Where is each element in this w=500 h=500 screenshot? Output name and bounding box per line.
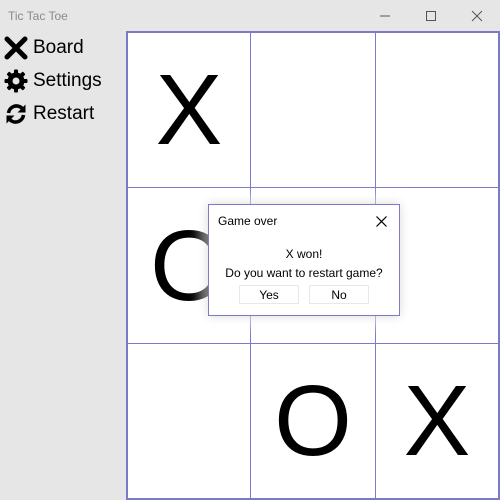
dialog-question: Do you want to restart game? bbox=[225, 266, 383, 280]
board-cell-8[interactable]: O bbox=[250, 343, 376, 499]
x-icon bbox=[3, 35, 29, 61]
board-cell-3[interactable] bbox=[375, 32, 499, 188]
cell-mark: X bbox=[403, 365, 471, 477]
board-cell-9[interactable]: X bbox=[375, 343, 499, 499]
no-button[interactable]: No bbox=[309, 285, 369, 304]
sidebar-item-label: Settings bbox=[33, 70, 102, 91]
board-cell-7[interactable] bbox=[127, 343, 251, 499]
cell-mark: X bbox=[155, 54, 223, 166]
close-icon bbox=[471, 10, 483, 21]
minimize-icon bbox=[380, 15, 390, 16]
dialog-title: Game over bbox=[218, 214, 278, 228]
sidebar-item-restart[interactable]: Restart bbox=[3, 99, 123, 129]
close-window-button[interactable] bbox=[454, 0, 500, 31]
gear-icon bbox=[3, 68, 29, 94]
sidebar-item-settings[interactable]: Settings bbox=[3, 66, 123, 96]
maximize-button[interactable] bbox=[408, 0, 454, 31]
sidebar-item-label: Restart bbox=[33, 103, 95, 124]
window-title: Tic Tac Toe bbox=[8, 9, 68, 23]
sidebar-item-board[interactable]: Board bbox=[3, 33, 123, 63]
board-cell-1[interactable]: X bbox=[127, 32, 251, 188]
dialog-message: X won! bbox=[285, 247, 323, 261]
cell-mark: O bbox=[274, 365, 352, 477]
sidebar-item-label: Board bbox=[33, 37, 84, 58]
board-cell-2[interactable] bbox=[250, 32, 376, 188]
minimize-button[interactable] bbox=[362, 0, 408, 31]
dialog-close-button[interactable] bbox=[371, 211, 391, 231]
close-icon bbox=[375, 215, 387, 227]
sidebar: Board Settings Restart bbox=[0, 31, 126, 500]
maximize-icon bbox=[426, 10, 436, 21]
yes-button[interactable]: Yes bbox=[239, 285, 299, 304]
title-bar: Tic Tac Toe bbox=[0, 0, 500, 31]
refresh-icon bbox=[3, 101, 29, 127]
game-over-dialog: Game over X won! Do you want to restart … bbox=[208, 204, 400, 316]
